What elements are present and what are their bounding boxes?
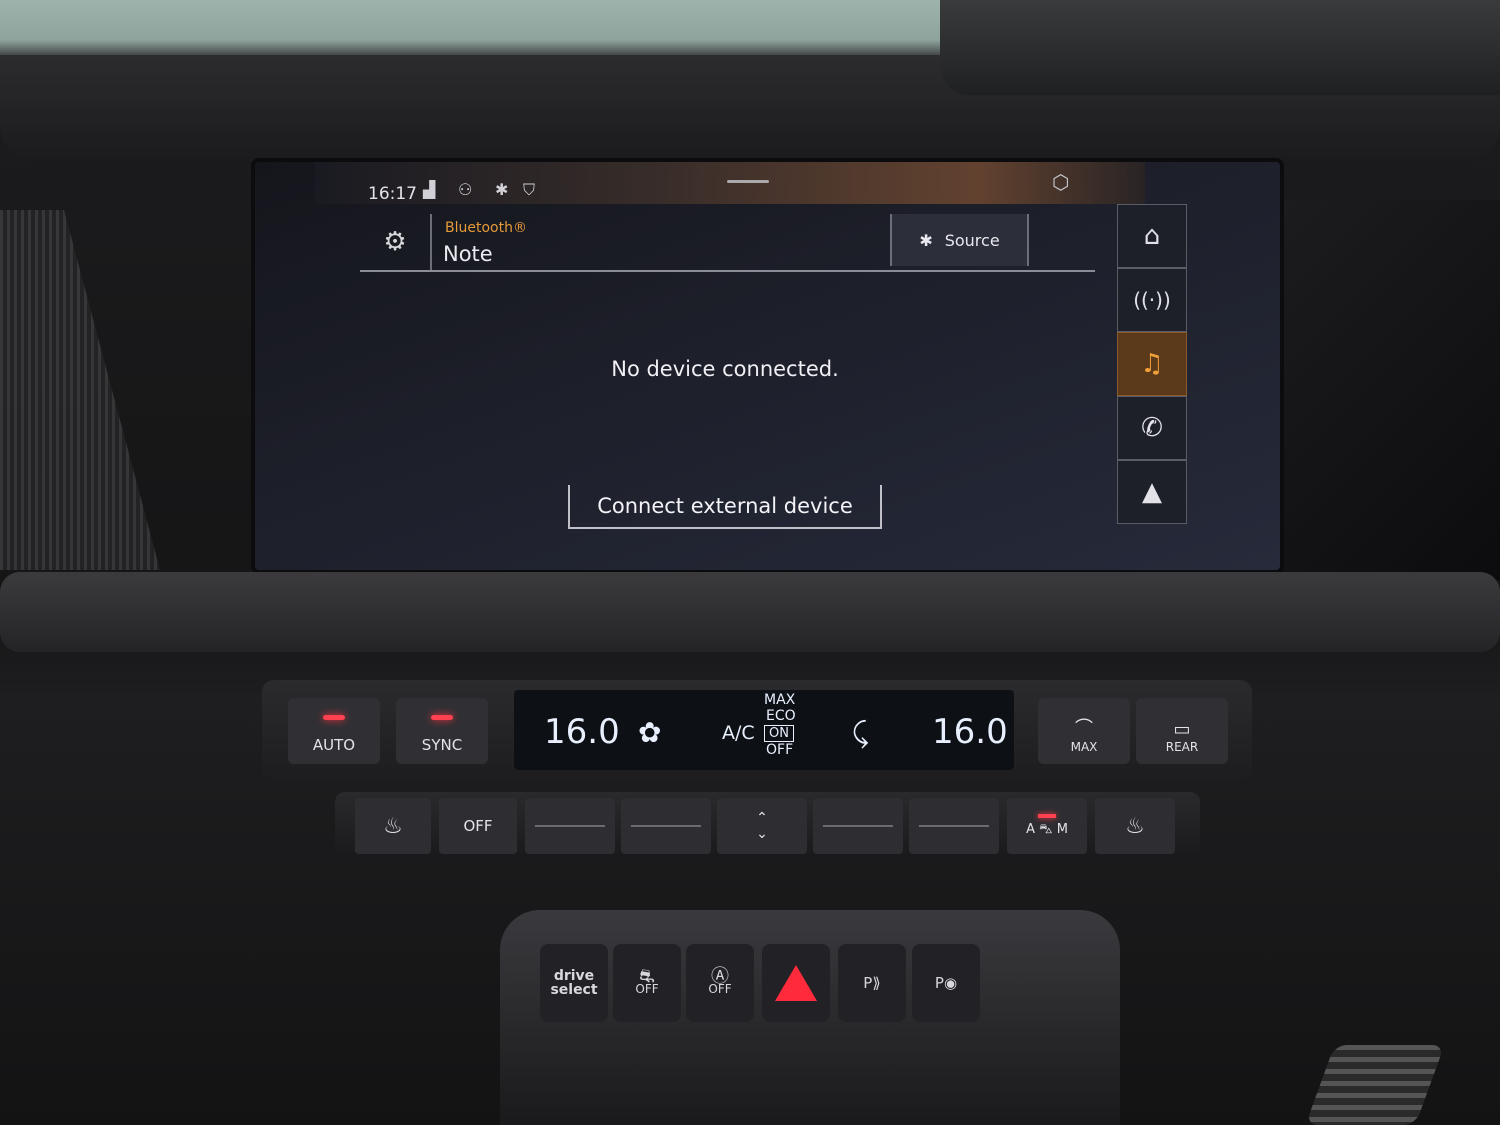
source-button[interactable]: ✱ Source [890,214,1029,266]
recirculation-am-labels: A ⛍ M [1026,822,1068,839]
ac-max-label: MAX [764,692,796,708]
climate-key-updown[interactable]: ⌃ ⌄ [717,798,807,854]
user-icon: ⚇ [458,180,473,199]
start-stop-off-label: OFF [708,982,732,996]
rear-defrost-button[interactable]: ▭ REAR [1136,698,1228,764]
nav-phone[interactable]: ✆ [1117,396,1187,460]
defrost-max-label: MAX [1070,740,1098,754]
nav-navigation[interactable]: ▲ [1117,460,1187,524]
park-camera-icon: P◉ [934,973,958,992]
ac-eco-label: ECO [766,708,796,724]
seat-heat-icon: ♨ [1125,813,1145,839]
pedal [1305,1045,1445,1125]
infotainment-screen: 16:17 ▟ ⚇ ✱ ⛉ ⬡ ⚙ Bluetooth® Note ✱ Sour… [255,162,1280,570]
rear-label: REAR [1165,740,1199,754]
status-time: 16:17 [368,184,417,204]
side-navigation: ⌂ ((·)) ♫ ✆ ▲ [1117,204,1187,526]
settings-button[interactable]: ⚙ [360,214,432,270]
key-line [823,825,893,827]
climate-key-3[interactable] [813,798,903,854]
start-stop-off-button[interactable]: Ⓐ OFF [686,944,754,1022]
cube-icon[interactable]: ⬡ [1052,170,1069,194]
dashboard-trim [0,572,1500,652]
source-button-label: Source [944,230,1000,250]
sync-indicator-led [431,715,453,720]
navigation-arrow-icon: ▲ [1142,477,1162,507]
climate-lower-panel: ♨ OFF ⌃ ⌄ A ⛍ M ♨ [335,792,1200,860]
auto-button[interactable]: AUTO [288,698,380,764]
climate-panel: AUTO SYNC 16.0 ✿ A/C MAX ECO ON OFF ⤹ 16… [262,680,1252,780]
center-console: drive select ⛐ OFF Ⓐ OFF P⟫ P◉ [500,910,1120,1125]
device-title: Note [443,242,493,266]
climate-key-1[interactable] [525,798,615,854]
nav-radio[interactable]: ((·)) [1117,268,1187,332]
esc-off-button[interactable]: ⛐ OFF [613,944,681,1022]
drive-select-label-1: drive [553,968,595,984]
esc-off-label: OFF [635,982,659,996]
park-assist-button[interactable]: P⟫ [838,944,906,1022]
nav-home[interactable]: ⌂ [1117,204,1187,268]
nav-media[interactable]: ♫ [1117,332,1187,396]
rear-defrost-icon: ▭ [1173,719,1191,740]
climate-display: 16.0 ✿ A/C MAX ECO ON OFF ⤹ 16.0 [514,690,1014,770]
climate-key-2[interactable] [621,798,711,854]
music-note-icon: ♫ [1140,349,1164,379]
park-camera-label: P [934,973,944,992]
fan-icon[interactable]: ✿ [638,716,661,749]
media-header: ⚙ Bluetooth® Note ✱ Source [360,214,1095,272]
air-distribution-icon[interactable]: ⤹ [852,716,869,750]
pull-down-handle[interactable] [727,180,769,183]
chevron-up-down-icon: ⌃ ⌄ [756,810,768,842]
seat-heat-left-button[interactable]: ♨ [355,798,431,854]
seat-off-label: OFF [463,817,493,835]
climate-key-4[interactable] [909,798,999,854]
source-label: Bluetooth® [445,220,527,236]
ac-label[interactable]: A/C [722,722,755,744]
drive-select-button[interactable]: drive select [540,944,608,1022]
key-line [631,825,701,827]
windshield-defrost-max-button[interactable]: ⌒ MAX [1038,698,1130,764]
windshield-defrost-icon: ⌒ [1075,718,1093,739]
park-assist-label: P [863,973,873,992]
lte-signal-icon: ▟ [423,180,436,199]
hazard-icon [775,965,817,1001]
park-assist-icon: P⟫ [863,973,881,992]
gear-icon: ⚙ [383,227,407,257]
auto-indicator-led [323,715,345,720]
ac-on-label: ON [764,725,794,742]
seat-off-button[interactable]: OFF [439,798,517,854]
sync-label: SYNC [421,736,463,754]
auto-label: AUTO [312,736,356,754]
temp-left[interactable]: 16.0 [544,712,620,752]
status-bar-background [315,162,1145,204]
home-icon: ⌂ [1143,221,1161,251]
am-a-label: A [1026,821,1035,837]
park-camera-button[interactable]: P◉ [912,944,980,1022]
bluetooth-icon: ✱ [495,180,509,199]
air-vent-top [940,0,1500,95]
seat-heat-icon: ♨ [383,813,403,839]
recirculation-led [1038,813,1056,818]
bluetooth-icon: ✱ [919,230,933,250]
hazard-button[interactable] [762,944,830,1022]
radio-antenna-icon: ((·)) [1133,288,1171,312]
recirculation-button[interactable]: A ⛍ M [1007,798,1087,854]
connect-external-device-button[interactable]: Connect external device [568,485,882,529]
no-device-message: No device connected. [611,357,839,381]
key-line [919,825,989,827]
drive-select-label-2: select [550,982,598,998]
am-m-label: M [1056,821,1068,837]
phone-icon: ✆ [1141,413,1163,443]
sync-button[interactable]: SYNC [396,698,488,764]
car-recirculation-icon: ⛍ [1039,821,1053,837]
seat-heat-right-button[interactable]: ♨ [1095,798,1175,854]
privacy-shield-icon: ⛉ [523,180,536,199]
air-vent-left [0,210,160,570]
temp-right[interactable]: 16.0 [932,712,1008,752]
ac-off-label: OFF [766,742,794,758]
key-line [535,825,605,827]
